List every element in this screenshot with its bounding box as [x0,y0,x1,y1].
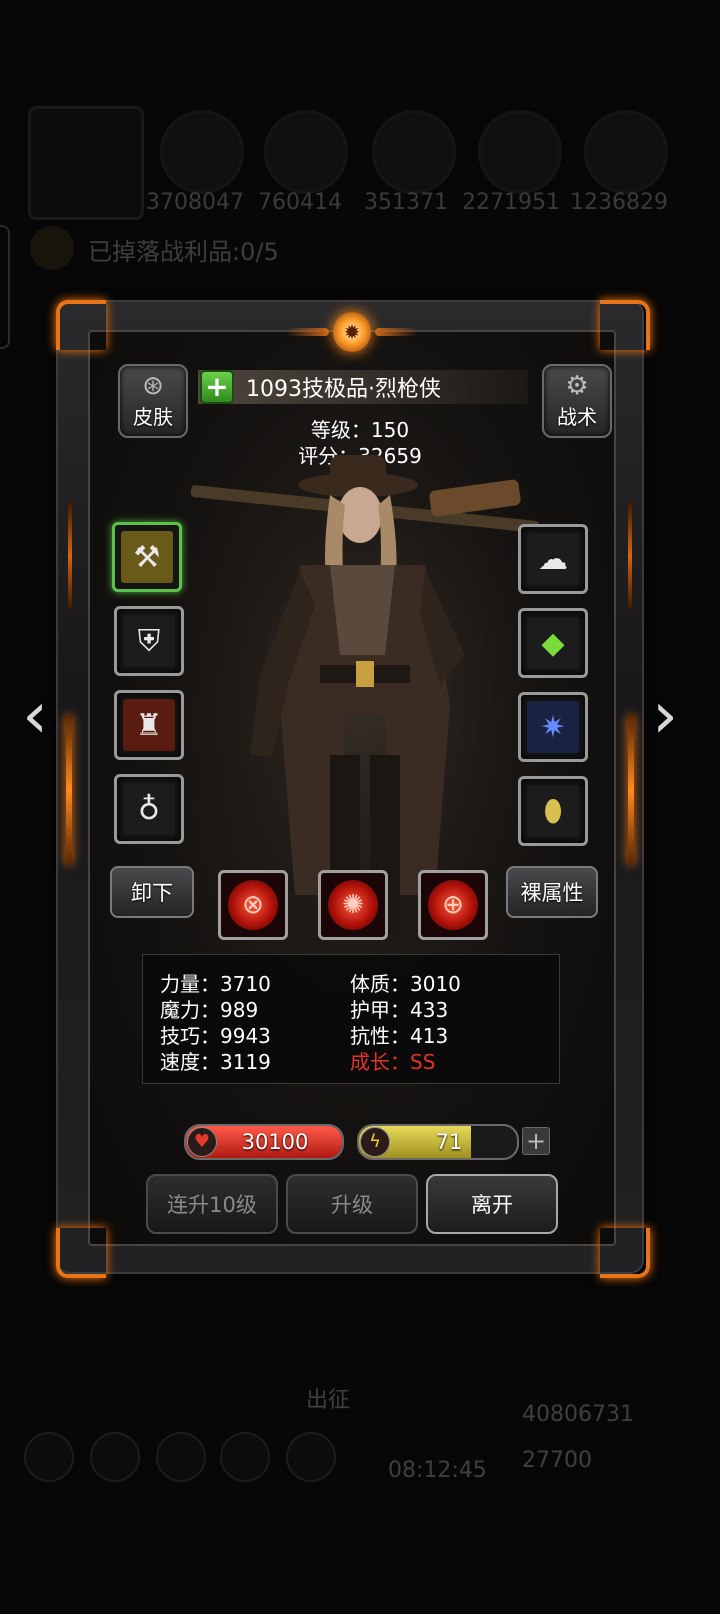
equip-slot-relic[interactable]: ⬮ [518,776,588,846]
equip-slot-accessory[interactable]: ♜ [114,690,184,760]
frame-glow-left [66,715,72,865]
bg-loot-status: 已掉落战利品:0/5 [88,238,279,266]
energy-bar: ϟ 71 [357,1124,519,1160]
blue-spider-icon: ✷ [527,701,579,753]
bg-resource-icon [478,110,562,194]
bg-resource-count: 760414 [258,190,342,215]
cloud-wing-icon: ☁ [527,533,579,585]
bg-menu-icon [220,1432,270,1482]
equip-slot-amulet[interactable]: ♁ [114,774,184,844]
golden-egg-icon: ⬮ [527,785,579,837]
frame-glow-left-upper [68,500,72,610]
previous-hero-arrow[interactable]: ‹ [10,684,60,748]
energy-value: 71 [435,1130,463,1154]
bronze-totem-icon: ♜ [123,699,175,751]
bg-side-tab [0,225,10,349]
bg-loot-icon [30,226,74,270]
add-energy-button[interactable]: + [522,1127,550,1155]
bg-timer: 08:12:45 [388,1458,487,1483]
hero-name: 1093技极品·烈枪侠 [246,377,441,402]
equip-slot-weapon[interactable]: ⚒ [112,522,182,592]
bg-resource-count: 351371 [364,190,448,215]
stat-constitution: 体质：3010 [350,972,461,996]
stat-speed: 速度：3119 [160,1050,271,1074]
bare-stats-button[interactable]: 裸属性 [506,866,598,918]
sun-emblem-icon: ✹ [333,312,371,352]
shirt-icon: ⊛ [142,371,164,401]
skill-slot-crosshair[interactable]: ⊗ [218,870,288,940]
bg-menu-icon [24,1432,74,1482]
hero-level: 等级：150 [310,418,410,442]
lightning-icon: ϟ [360,1127,390,1157]
bg-resource-count: 3708047 [146,190,244,215]
equip-slot-armor[interactable]: ⛨ [114,606,184,676]
skin-button[interactable]: ⊛ 皮肤 [118,364,188,438]
skill-slot-scope[interactable]: ⊕ [418,870,488,940]
stat-skill: 技巧：9943 [160,1024,271,1048]
next-hero-arrow[interactable]: › [640,684,690,748]
chest-armor-icon: ⛨ [123,615,175,667]
hp-bar: ♥ 30100 [184,1124,344,1160]
bg-resource-icon [372,110,456,194]
equip-slot-wing[interactable]: ☁ [518,524,588,594]
tactic-label: 战术 [557,405,597,429]
hero-name-bar: + 1093技极品·烈枪侠 [198,370,528,404]
heart-icon: ♥ [187,1127,217,1157]
bg-menu-icon [90,1432,140,1482]
leave-button[interactable]: 离开 [426,1174,558,1234]
equip-slot-emblem[interactable]: ✷ [518,692,588,762]
scope-icon: ⊕ [428,880,478,930]
frame-corner [600,300,650,350]
level-up-button[interactable]: 升级 [286,1174,418,1234]
skill-slot-vortex[interactable]: ✺ [318,870,388,940]
gear-icon: ⚙ [565,371,589,401]
bg-menu-icon [286,1432,336,1482]
stat-resistance: 抗性：413 [350,1024,449,1048]
stat-armor: 护甲：433 [350,998,449,1022]
swirl-icon: ✺ [328,880,378,930]
bg-menu-icon [156,1432,206,1482]
target-icon: ⊗ [228,880,278,930]
level-up-10-button[interactable]: 连升10级 [146,1174,278,1234]
equip-slot-gem[interactable]: ◆ [518,608,588,678]
frame-corner [56,300,106,350]
bg-gem-count: 27700 [522,1448,592,1473]
golden-gun-icon: ⚒ [121,531,173,583]
frame-corner [56,1228,106,1278]
tactic-button[interactable]: ⚙ 战术 [542,364,612,438]
amulet-icon: ♁ [123,783,175,835]
green-crystal-icon: ◆ [527,617,579,669]
bg-resource-count: 1236829 [570,190,668,215]
bg-gold-count: 40806731 [522,1402,634,1427]
bg-resource-count: 2271951 [462,190,560,215]
bg-resource-icon [584,110,668,194]
bg-resource-icon [160,110,244,194]
frame-emblem: ✹ [282,310,422,354]
skin-label: 皮肤 [133,405,173,429]
stat-strength: 力量：3710 [160,972,271,996]
frame-glow-right-upper [628,500,632,610]
bg-deploy-label: 出征 [306,1388,351,1413]
stat-growth: 成长：SS [350,1050,436,1074]
frame-corner [600,1228,650,1278]
bg-resource-icon [264,110,348,194]
hp-value: 30100 [241,1130,309,1154]
frame-glow-right [628,715,634,865]
bg-player-portrait [28,106,144,220]
add-hero-button[interactable]: + [200,370,234,404]
unequip-button[interactable]: 卸下 [110,866,194,918]
stat-magic: 魔力：989 [160,998,259,1022]
